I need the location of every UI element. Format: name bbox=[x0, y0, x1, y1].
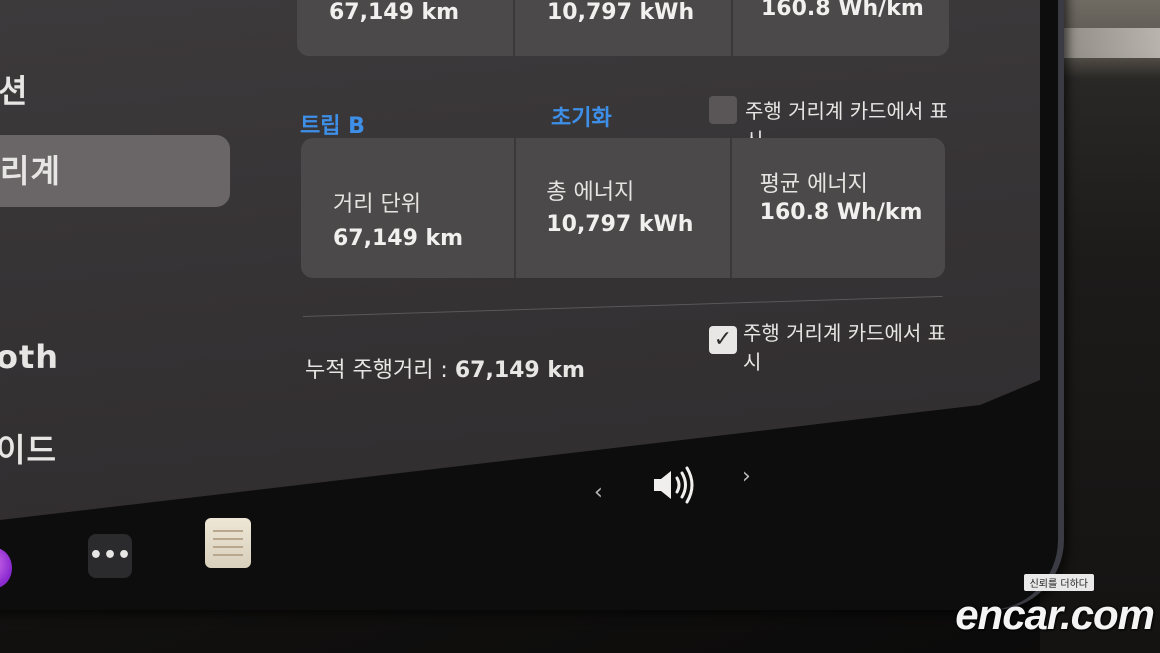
vehicle-interior bbox=[1040, 0, 1160, 653]
trip-b-show-checkbox[interactable] bbox=[709, 96, 737, 124]
more-icon: ••• bbox=[88, 543, 132, 568]
odometer-value: 67,149 km bbox=[454, 358, 585, 383]
sidebar-item-trips[interactable]: 리계 bbox=[0, 135, 230, 207]
trip-b-card: 거리 단위 67,149 km 총 에너지 10,797 kWh 평균 에너지 … bbox=[301, 138, 945, 278]
volume-icon[interactable] bbox=[650, 462, 700, 508]
trip-b-distance: 거리 단위 67,149 km bbox=[301, 138, 517, 278]
trip-a-energy-value: 10,797 kWh bbox=[547, 0, 695, 25]
volume-next-button[interactable]: › bbox=[742, 464, 751, 489]
notes-icon[interactable] bbox=[205, 518, 251, 568]
odometer-label: 누적 주행거리 : bbox=[305, 358, 448, 383]
trip-b-energy-label: 총 에너지 bbox=[546, 180, 635, 205]
sidebar-item-bluetooth[interactable]: oth bbox=[0, 338, 59, 376]
trip-b-distance-value: 67,149 km bbox=[333, 226, 464, 251]
trip-a-avg-energy-value: 160.8 Wh/km bbox=[761, 0, 924, 21]
trip-b-avg-energy-value: 160.8 Wh/km bbox=[759, 200, 923, 225]
trip-b-title: 트립 B bbox=[300, 114, 365, 139]
trip-b-avg-energy-label: 평균 에너지 bbox=[759, 172, 868, 197]
trip-a-distance: 67,149 km bbox=[297, 0, 515, 56]
volume-prev-button[interactable]: ‹ bbox=[594, 480, 603, 505]
check-icon: ✓ bbox=[713, 327, 733, 352]
sidebar-item-navigation[interactable]: 션 bbox=[0, 66, 28, 112]
trip-b-energy-value: 10,797 kWh bbox=[546, 212, 694, 237]
trip-a-distance-value: 67,149 km bbox=[329, 0, 460, 25]
watermark-tagline: 신뢰를 더하다 bbox=[1023, 574, 1094, 591]
watermark: 신뢰를 더하다 encar.com bbox=[955, 572, 1155, 639]
section-divider bbox=[302, 295, 943, 317]
watermark-brand: encar.com bbox=[955, 591, 1155, 638]
sidebar-item-label: 이드 bbox=[0, 431, 57, 469]
odometer-row: 누적 주행거리 : 67,149 km bbox=[305, 352, 585, 384]
odometer-show-checkbox[interactable]: ✓ bbox=[709, 326, 737, 354]
trip-a-energy: 10,797 kWh bbox=[515, 0, 733, 56]
trip-b-energy: 총 에너지 10,797 kWh bbox=[516, 138, 732, 278]
sidebar-item-upgrades[interactable]: 이드 bbox=[0, 425, 57, 471]
more-apps-button[interactable]: ••• bbox=[88, 534, 132, 578]
trip-b-distance-label: 거리 단위 bbox=[333, 192, 421, 217]
sidebar-item-label: 션 bbox=[0, 72, 29, 110]
trip-a-card: 67,149 km 10,797 kWh 160.8 Wh/km bbox=[297, 0, 949, 56]
sidebar-item-label: 리계 bbox=[0, 152, 61, 190]
odometer-show-label: 주행 거리계 카드에서 표시 bbox=[743, 321, 947, 374]
trip-a-avg-energy: 160.8 Wh/km bbox=[733, 0, 949, 56]
sidebar-item-label: oth bbox=[0, 338, 60, 376]
trip-b-avg-energy: 평균 에너지 160.8 Wh/km bbox=[732, 138, 945, 278]
trip-b-reset-button[interactable]: 초기화 bbox=[551, 100, 612, 132]
interior-trim bbox=[1055, 28, 1160, 58]
